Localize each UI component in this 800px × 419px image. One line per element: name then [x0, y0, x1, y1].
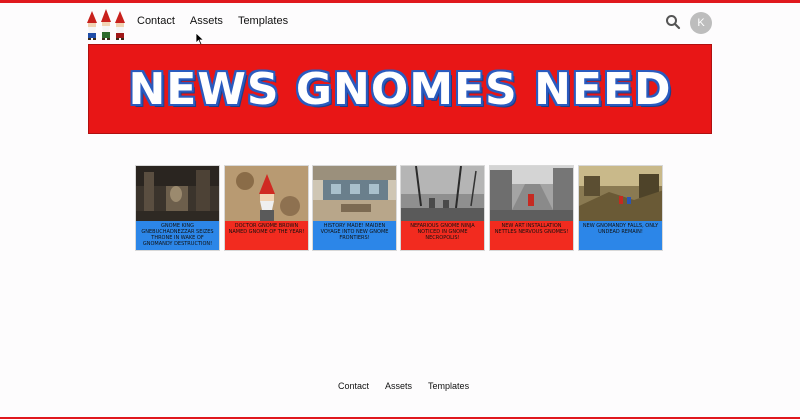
- nav-templates[interactable]: Templates: [238, 15, 288, 27]
- article-card[interactable]: History Made! Maiden Voyage into New Gno…: [312, 165, 397, 251]
- ruins-image: [136, 166, 219, 221]
- banner-title: NEWS GNOMES NEED: [128, 63, 672, 115]
- footer-assets[interactable]: Assets: [385, 381, 412, 391]
- site-header: Contact Assets Templates K: [0, 3, 800, 41]
- nav-contact[interactable]: Contact: [137, 15, 175, 27]
- article-caption: Doctor Gnome Brown Named Gnome of the Ye…: [225, 221, 308, 250]
- spaceship-interior-image: [313, 166, 396, 221]
- article-caption: New Gnomandy Falls, Only Undead Remain!: [579, 221, 662, 250]
- main-nav: Contact Assets Templates: [137, 15, 288, 27]
- article-caption: New Art Installation Nettles Nervous Gno…: [490, 221, 573, 250]
- footer-nav: Contact Assets Templates: [338, 381, 469, 391]
- city-street-image: [490, 166, 573, 221]
- nav-assets[interactable]: Assets: [190, 15, 223, 27]
- graveyard-image: [401, 166, 484, 221]
- hero-banner: NEWS GNOMES NEED: [88, 44, 712, 134]
- gnomes-logo[interactable]: [86, 9, 126, 41]
- article-caption: Nefarious Gnome Ninja Noticed in Gnome N…: [401, 221, 484, 250]
- gnome-portrait-image: [225, 166, 308, 221]
- article-cards: Gnome King Gnebuchadnezzar Seizes Throne…: [135, 165, 665, 251]
- footer-templates[interactable]: Templates: [428, 381, 469, 391]
- wasteland-image: [579, 166, 662, 221]
- search-icon[interactable]: [665, 14, 681, 30]
- article-card[interactable]: Gnome King Gnebuchadnezzar Seizes Throne…: [135, 165, 220, 251]
- article-caption: Gnome King Gnebuchadnezzar Seizes Throne…: [136, 221, 219, 250]
- article-card[interactable]: Doctor Gnome Brown Named Gnome of the Ye…: [224, 165, 309, 251]
- article-card[interactable]: New Art Installation Nettles Nervous Gno…: [489, 165, 574, 251]
- article-caption: History Made! Maiden Voyage into New Gno…: [313, 221, 396, 250]
- footer-contact[interactable]: Contact: [338, 381, 369, 391]
- article-card[interactable]: Nefarious Gnome Ninja Noticed in Gnome N…: [400, 165, 485, 251]
- article-card[interactable]: New Gnomandy Falls, Only Undead Remain!: [578, 165, 663, 251]
- avatar[interactable]: K: [690, 12, 712, 34]
